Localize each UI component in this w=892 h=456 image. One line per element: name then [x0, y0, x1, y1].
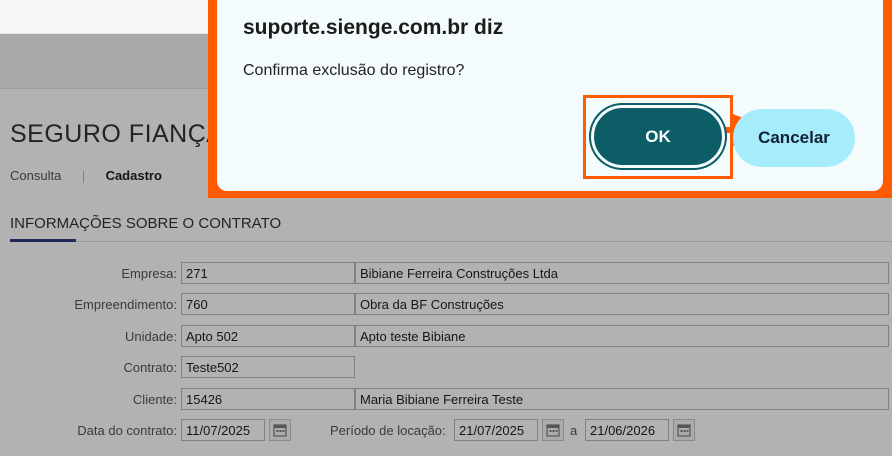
dialog-message: Confirma exclusão do registro?	[243, 62, 465, 79]
cancel-button[interactable]: Cancelar	[733, 109, 855, 167]
ok-button[interactable]: OK	[591, 105, 725, 168]
dialog-title: suporte.sienge.com.br diz	[243, 16, 504, 39]
confirm-dialog: suporte.sienge.com.br diz Confirma exclu…	[217, 0, 883, 191]
